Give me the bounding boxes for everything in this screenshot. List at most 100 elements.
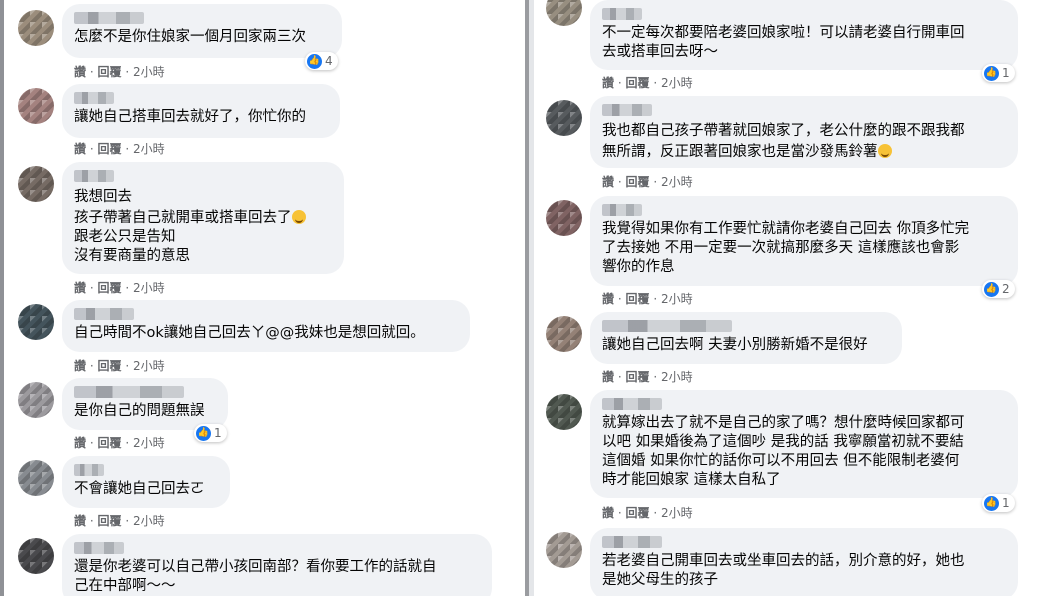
like-link[interactable]: 讚 <box>602 175 614 189</box>
like-link[interactable]: 讚 <box>74 142 86 156</box>
reaction-count[interactable]: 👍 1 <box>982 64 1015 82</box>
reply-link[interactable]: 回覆 <box>98 359 122 373</box>
like-link[interactable]: 讚 <box>74 514 86 528</box>
comment-text: 不會讓她自己回去ㄛ <box>74 481 205 497</box>
timestamp[interactable]: 2小時 <box>133 436 165 450</box>
reaction-count[interactable]: 👍 1 <box>982 494 1015 512</box>
timestamp[interactable]: 2小時 <box>661 370 693 384</box>
like-link[interactable]: 讚 <box>602 76 614 90</box>
avatar[interactable] <box>18 88 54 124</box>
comment-actions: 讚 · 回覆 · 2小時 <box>74 514 165 528</box>
comment-actions: 讚 · 回覆 · 2小時 <box>602 506 693 520</box>
comment-text: 怎麼不是你住娘家一個月回家兩三次 <box>74 29 306 45</box>
comment-bubble: 還是你老婆可以自己帶小孩回南部？看你要工作的話就自 己在中部啊～～ <box>62 534 492 596</box>
author-name-blurred[interactable] <box>602 320 732 332</box>
comment-text: 自己時間不ok讓她自己回去ㄚ@@我妹也是想回就回。 <box>74 325 425 341</box>
avatar[interactable] <box>546 200 582 236</box>
comment-text: 不一定每次都要陪老婆回娘家啦！可以請老婆自行開車回 去或搭車回去呀～ <box>602 25 965 60</box>
timestamp[interactable]: 2小時 <box>661 506 693 520</box>
author-name-blurred[interactable] <box>602 8 642 20</box>
author-name-blurred[interactable] <box>74 308 134 320</box>
avatar[interactable] <box>546 316 582 352</box>
reaction-count[interactable]: 👍 1 <box>194 424 227 442</box>
reply-link[interactable]: 回覆 <box>98 514 122 528</box>
like-link[interactable]: 讚 <box>602 506 614 520</box>
avatar[interactable] <box>546 0 582 26</box>
author-name-blurred[interactable] <box>602 204 642 216</box>
avatar[interactable] <box>18 166 54 202</box>
comment-bubble: 自己時間不ok讓她自己回去ㄚ@@我妹也是想回就回。 <box>62 300 470 352</box>
like-link[interactable]: 讚 <box>602 370 614 384</box>
comment-bubble: 不會讓她自己回去ㄛ <box>62 456 230 508</box>
author-name-blurred[interactable] <box>74 92 114 104</box>
reaction-number: 4 <box>325 54 333 68</box>
column-divider <box>525 0 534 596</box>
like-link[interactable]: 讚 <box>74 436 86 450</box>
like-link[interactable]: 讚 <box>74 65 86 79</box>
timestamp[interactable]: 2小時 <box>133 142 165 156</box>
comment-actions: 讚 · 回覆 · 2小時 <box>74 281 165 295</box>
avatar[interactable] <box>546 394 582 430</box>
author-name-blurred[interactable] <box>74 12 144 24</box>
reply-link[interactable]: 回覆 <box>98 65 122 79</box>
author-name-blurred[interactable] <box>74 542 124 554</box>
reply-link[interactable]: 回覆 <box>98 281 122 295</box>
comment-text: 是你自己的問題無誤 <box>74 403 205 419</box>
author-name-blurred[interactable] <box>74 386 184 398</box>
like-link[interactable]: 讚 <box>74 281 86 295</box>
reaction-count[interactable]: 👍 4 <box>305 52 338 70</box>
author-name-blurred[interactable] <box>602 398 662 410</box>
avatar[interactable] <box>18 538 54 574</box>
like-link[interactable]: 讚 <box>74 359 86 373</box>
comment-text: 還是你老婆可以自己帶小孩回南部？看你要工作的話就自 己在中部啊～～ <box>74 559 437 594</box>
reply-link[interactable]: 回覆 <box>626 370 650 384</box>
author-name-blurred[interactable] <box>74 170 114 182</box>
avatar[interactable] <box>546 100 582 136</box>
comment-bubble: 不一定每次都要陪老婆回娘家啦！可以請老婆自行開車回 去或搭車回去呀～ <box>590 0 1018 70</box>
avatar[interactable] <box>546 532 582 568</box>
reply-link[interactable]: 回覆 <box>626 76 650 90</box>
reaction-number: 2 <box>1002 282 1010 296</box>
timestamp[interactable]: 2小時 <box>661 76 693 90</box>
comment-actions: 讚 · 回覆 · 2小時 <box>602 175 693 189</box>
comment-text: 若老婆自己開車回去或坐車回去的話，別介意的好，她也 是她父母生的孩子 <box>602 553 965 588</box>
reaction-count[interactable]: 👍 2 <box>982 280 1015 298</box>
timestamp[interactable]: 2小時 <box>133 514 165 528</box>
timestamp[interactable]: 2小時 <box>133 281 165 295</box>
comment-text: 讓她自己回去啊 夫妻小別勝新婚不是很好 <box>602 337 868 353</box>
comment-text: 我想回去 孩子帶著自己就開車或搭車回去了 跟老公只是告知 沒有要商量的意思 <box>74 186 332 266</box>
reaction-number: 1 <box>1002 66 1010 80</box>
author-name-blurred[interactable] <box>602 536 662 548</box>
reaction-number: 1 <box>1002 496 1010 510</box>
avatar[interactable] <box>18 460 54 496</box>
avatar[interactable] <box>18 382 54 418</box>
comment-text: 我覺得如果你有工作要忙就請你老婆自己回去 你頂多忙完 了去接她 不用一定要一次就… <box>602 221 970 275</box>
timestamp[interactable]: 2小時 <box>133 65 165 79</box>
author-name-blurred[interactable] <box>74 464 104 476</box>
reply-link[interactable]: 回覆 <box>98 436 122 450</box>
author-name-blurred[interactable] <box>602 104 652 116</box>
avatar[interactable] <box>18 304 54 340</box>
reply-link[interactable]: 回覆 <box>626 506 650 520</box>
comment-actions: 讚 · 回覆 · 2小時 <box>74 142 165 156</box>
right-comment-column: 不一定每次都要陪老婆回娘家啦！可以請老婆自行開車回 去或搭車回去呀～ 👍 1 讚… <box>534 0 1060 596</box>
avatar[interactable] <box>18 10 54 46</box>
comment-actions: 讚 · 回覆 · 2小時 <box>74 65 165 79</box>
thumbs-up-icon: 👍 <box>984 281 999 297</box>
reply-link[interactable]: 回覆 <box>626 292 650 306</box>
column-edge <box>0 0 4 596</box>
comment-text: 就算嫁出去了就不是自己的家了嗎？想什麼時候回家都可 以吧 如果婚後為了這個吵 是… <box>602 415 965 488</box>
timestamp[interactable]: 2小時 <box>661 175 693 189</box>
comment-bubble: 我也都自己孩子帶著就回娘家了，老公什麼的跟不跟我都 無所謂，反正跟著回娘家也是當… <box>590 96 1018 168</box>
comment-text: 讓她自己搭車回去就好了，你忙你的 <box>74 109 306 125</box>
reply-link[interactable]: 回覆 <box>98 142 122 156</box>
comment-bubble: 讓她自己搭車回去就好了，你忙你的 <box>62 84 340 138</box>
reply-link[interactable]: 回覆 <box>626 175 650 189</box>
laughing-emoji-icon <box>291 210 306 224</box>
timestamp[interactable]: 2小時 <box>133 359 165 373</box>
like-link[interactable]: 讚 <box>602 292 614 306</box>
comment-bubble: 讓她自己回去啊 夫妻小別勝新婚不是很好 <box>590 312 902 364</box>
timestamp[interactable]: 2小時 <box>661 292 693 306</box>
comment-bubble: 我想回去 孩子帶著自己就開車或搭車回去了 跟老公只是告知 沒有要商量的意思 <box>62 162 344 274</box>
laughing-emoji-icon <box>877 144 892 158</box>
